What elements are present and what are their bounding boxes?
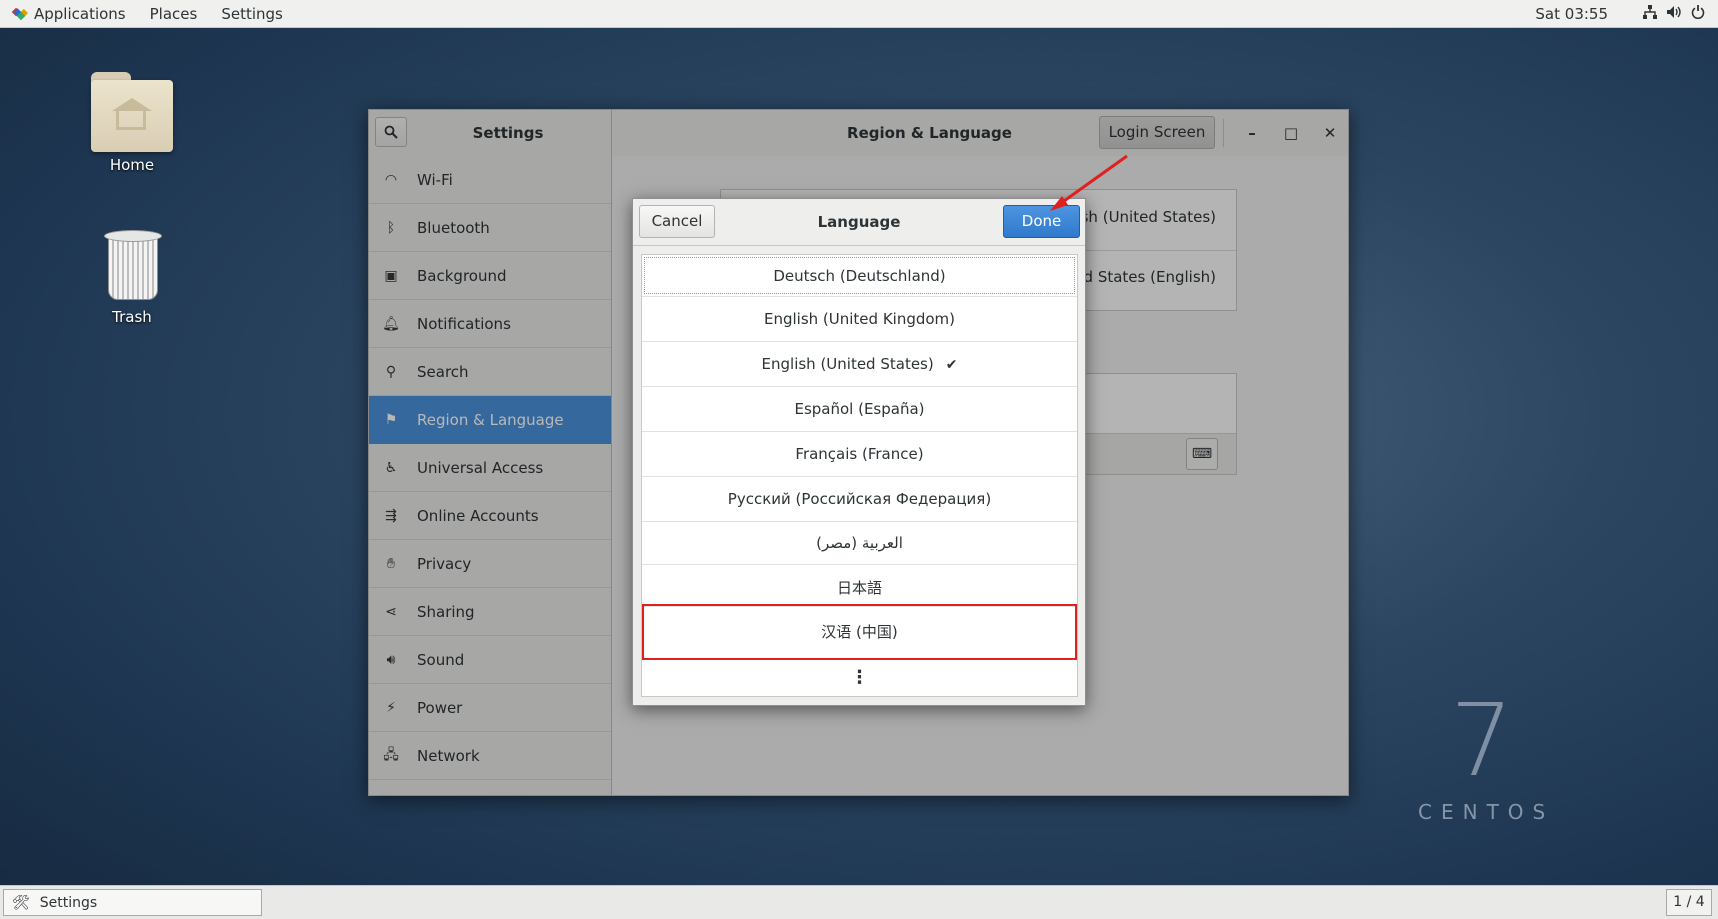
volume-icon[interactable] — [1662, 5, 1686, 23]
network-icon[interactable] — [1638, 4, 1662, 23]
bottom-taskbar: 🛠︎ Settings 1 / 4 — [0, 885, 1718, 919]
settings-menu[interactable]: Settings — [209, 0, 295, 27]
desktop-trash[interactable]: Trash — [77, 228, 187, 326]
more-languages-icon[interactable]: ⋮ — [642, 669, 1077, 687]
desktop-trash-label: Trash — [112, 308, 152, 326]
desktop-home[interactable]: Home — [77, 72, 187, 174]
centos-watermark-number: 7 — [1450, 682, 1514, 799]
language-list: Deutsch (Deutschland) English (United Ki… — [641, 254, 1078, 697]
dialog-header: Cancel Language Done — [633, 199, 1085, 246]
places-menu[interactable]: Places — [138, 0, 210, 27]
done-button[interactable]: Done — [1003, 205, 1080, 238]
cancel-button[interactable]: Cancel — [639, 205, 715, 238]
power-icon[interactable] — [1686, 4, 1710, 23]
language-item-chinese[interactable]: 汉语 (中国) — [642, 604, 1077, 660]
trash-icon — [102, 228, 162, 304]
language-item-francais[interactable]: Français (France) — [642, 432, 1077, 477]
language-item-english-us[interactable]: English (United States) ✔ — [642, 342, 1077, 387]
language-item-english-uk[interactable]: English (United Kingdom) — [642, 297, 1077, 342]
desktop-home-label: Home — [109, 156, 155, 174]
clock[interactable]: Sat 03:55 — [1535, 5, 1608, 23]
language-item-deutsch[interactable]: Deutsch (Deutschland) — [642, 255, 1077, 297]
language-item-espanol[interactable]: Español (España) — [642, 387, 1077, 432]
language-item-arabic[interactable]: العربية (مصر) — [642, 522, 1077, 565]
language-item-japanese[interactable]: 日本語 — [642, 565, 1077, 607]
home-folder-icon — [91, 72, 173, 152]
settings-tools-icon: 🛠︎ — [12, 894, 30, 911]
workspace-indicator[interactable]: 1 / 4 — [1666, 889, 1712, 916]
language-item-russian[interactable]: Русский (Российская Федерация) — [642, 477, 1077, 522]
applications-menu[interactable]: Applications — [0, 0, 138, 27]
centos-watermark-text: CENTOS — [1418, 800, 1555, 824]
language-dialog: Cancel Language Done Deutsch (Deutschlan… — [632, 198, 1086, 706]
checkmark-icon: ✔ — [945, 357, 958, 373]
gnome-logo-icon — [12, 7, 26, 21]
taskbar-window-settings[interactable]: 🛠︎ Settings — [3, 889, 262, 916]
top-bar: Applications Places Settings Sat 03:55 — [0, 0, 1718, 28]
